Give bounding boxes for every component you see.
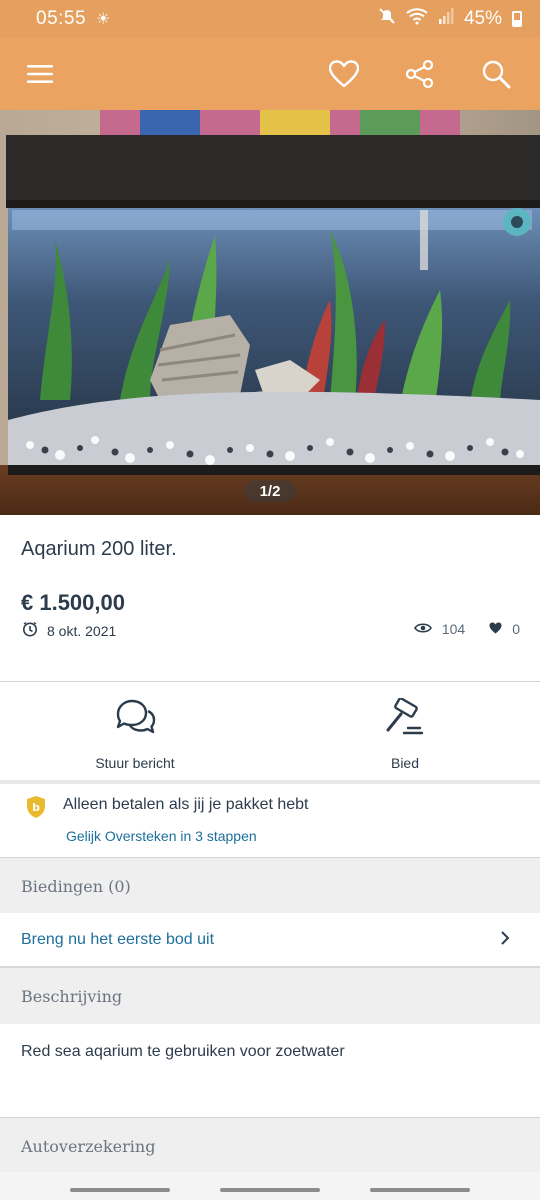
system-nav-bar (0, 1172, 540, 1200)
gavel-icon (384, 697, 426, 743)
clock-icon (22, 621, 38, 640)
favorites-stat: 0 (489, 621, 520, 637)
status-bar: 05:55 ☀ 45% (0, 0, 540, 38)
nav-home-button[interactable] (220, 1188, 320, 1192)
listing-date-text: 8 okt. 2021 (47, 622, 117, 639)
insurance-header-text: Autoverzekering (21, 1136, 156, 1156)
description-header-text: Beschrijving (21, 986, 123, 1006)
chat-bubbles-icon (114, 698, 156, 743)
bid-label: Bied (390, 755, 420, 771)
svg-text:b: b (32, 801, 40, 814)
sunrise-icon: ☀ (96, 11, 111, 28)
send-message-button[interactable]: Stuur bericht (0, 682, 270, 780)
buyer-protection: b Alleen betalen als jij je pakket hebt … (0, 785, 540, 855)
search-icon[interactable] (478, 56, 514, 92)
shield-icon: b (25, 795, 47, 824)
status-right: 45% (378, 7, 522, 31)
description-header: Beschrijving (0, 968, 540, 1024)
bid-button[interactable]: Bied (270, 682, 540, 780)
mute-icon (378, 7, 396, 31)
chevron-right-icon (500, 930, 510, 950)
heart-icon[interactable] (326, 56, 362, 92)
nav-back-button[interactable] (370, 1188, 470, 1192)
share-icon[interactable] (402, 56, 438, 92)
status-time: 05:55 (36, 8, 87, 29)
wifi-icon (406, 7, 428, 31)
menu-icon[interactable] (22, 56, 58, 92)
action-row: Stuur bericht Bied (0, 682, 540, 780)
nav-recents-button[interactable] (70, 1188, 170, 1192)
views-stat: 104 (413, 621, 466, 637)
battery-level: 45% (463, 8, 502, 29)
place-first-bid-row[interactable]: Breng nu het eerste bod uit (0, 913, 540, 967)
views-count: 104 (441, 621, 466, 637)
battery-icon (512, 11, 522, 27)
bids-header: Biedingen (0) (0, 858, 540, 914)
app-bar (0, 38, 540, 110)
section-divider (0, 780, 540, 784)
protection-text: Alleen betalen als jij je pakket hebt (63, 796, 309, 813)
listing-photo[interactable] (0, 110, 540, 515)
listing-stats: 104 0 (413, 621, 520, 637)
bids-header-text: Biedingen (0) (21, 876, 131, 896)
protection-link[interactable]: Gelijk Oversteken in 3 stappen (66, 828, 257, 844)
photo-page-indicator: 1/2 (244, 480, 296, 502)
signal-icon (438, 8, 454, 30)
send-message-label: Stuur bericht (95, 755, 175, 771)
insurance-header: Autoverzekering (0, 1118, 540, 1174)
eye-icon (413, 621, 432, 637)
place-first-bid-text: Breng nu het eerste bod uit (21, 931, 215, 948)
listing-title: Aqarium 200 liter. (21, 538, 177, 560)
heart-filled-icon (489, 621, 502, 637)
description-text: Red sea aqarium te gebruiken voor zoetwa… (21, 1043, 345, 1060)
listing-price: € 1.500,00 (21, 590, 125, 615)
favorites-count: 0 (512, 621, 520, 637)
listing-date: 8 okt. 2021 (22, 621, 116, 640)
